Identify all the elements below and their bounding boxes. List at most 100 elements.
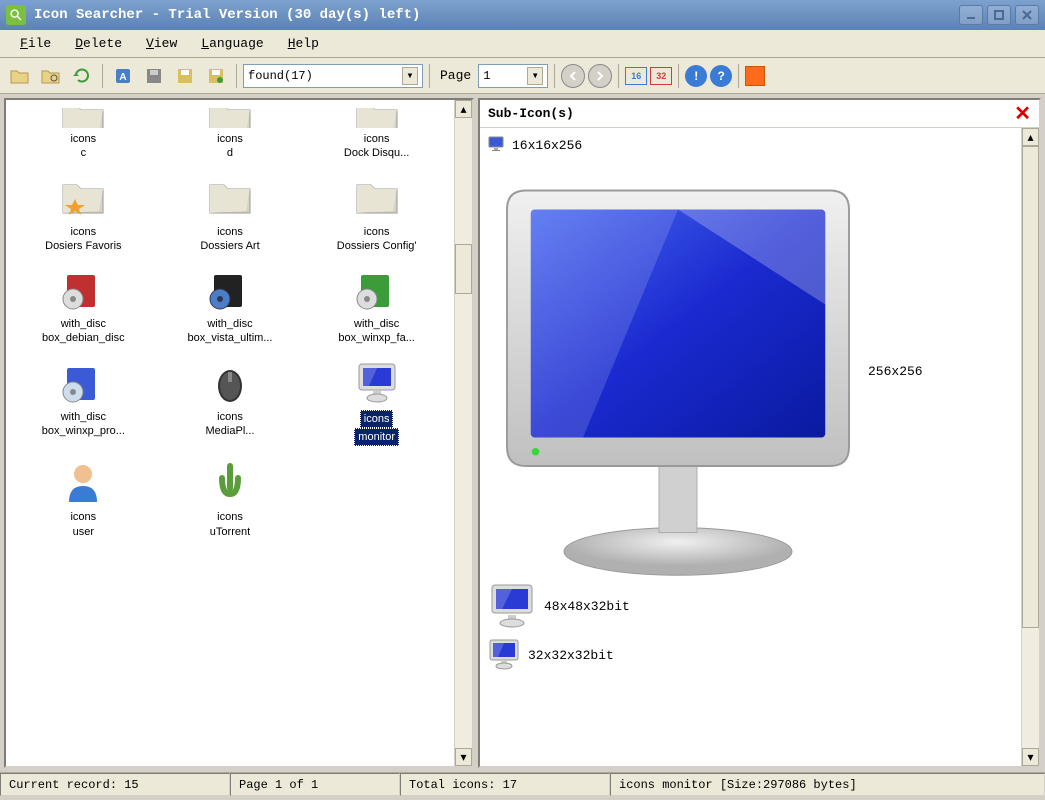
right-scrollbar[interactable]: ▴ ▾: [1021, 128, 1039, 766]
scroll-thumb[interactable]: [455, 244, 472, 294]
icon-item[interactable]: with_discbox_winxp_pro...: [11, 358, 156, 447]
icon-item[interactable]: with_discbox_winxp_fa...: [304, 265, 449, 346]
monitor-icon: [488, 581, 536, 632]
icon-grid[interactable]: iconsciconsdiconsDock Disqu... iconsDosie…: [6, 100, 454, 766]
utorrent-icon: [206, 458, 254, 506]
menu-file[interactable]: File: [8, 33, 63, 54]
status-record: Current record: 15: [0, 773, 230, 796]
icon-item[interactable]: iconsc: [11, 108, 156, 161]
user-icon: [59, 458, 107, 506]
icon-item[interactable]: iconsuser: [11, 458, 156, 539]
search-combo[interactable]: found(17) ▾: [243, 64, 423, 88]
sub-icon-16[interactable]: 16x16x256: [488, 136, 1013, 155]
export-all-button[interactable]: [202, 62, 230, 90]
mouse-icon: [206, 358, 254, 406]
save-disk-button[interactable]: [140, 62, 168, 90]
menu-view[interactable]: View: [134, 33, 189, 54]
minimize-button[interactable]: [959, 5, 983, 25]
stop-button[interactable]: [745, 66, 765, 86]
sub-icon-32[interactable]: 32x32x32bit: [488, 638, 1013, 673]
box-red-icon: [59, 265, 107, 313]
icon-item[interactable]: iconsMediaPl...: [157, 358, 302, 447]
icon-item[interactable]: iconsDossiers Config': [304, 173, 449, 254]
refresh-button[interactable]: [68, 62, 96, 90]
size-32-button[interactable]: 32: [650, 67, 672, 85]
size-label: 48x48x32bit: [544, 599, 630, 614]
next-page-button[interactable]: [588, 64, 612, 88]
search-value: found(17): [248, 69, 313, 83]
icon-label: iconsDossiers Art: [157, 225, 302, 254]
help-button[interactable]: ?: [710, 65, 732, 87]
sub-icon-48[interactable]: 48x48x32bit: [488, 581, 1013, 632]
sub-header: Sub-Icon(s) ✕: [480, 100, 1039, 128]
page-combo[interactable]: 1 ▾: [478, 64, 548, 88]
about-button[interactable]: !: [685, 65, 707, 87]
menu-help[interactable]: Help: [276, 33, 331, 54]
monitor-icon: [488, 136, 504, 155]
icon-label: iconsMediaPl...: [157, 410, 302, 439]
scroll-thumb[interactable]: [1022, 146, 1039, 628]
icon-label: with_discbox_winxp_fa...: [304, 317, 449, 346]
icon-label: with_discbox_debian_disc: [11, 317, 156, 346]
scroll-down-button[interactable]: ▾: [455, 748, 472, 766]
icon-item[interactable]: iconsDosiers Favoris: [11, 173, 156, 254]
save-a-button[interactable]: A: [109, 62, 137, 90]
icon-item[interactable]: with_discbox_vista_ultim...: [157, 265, 302, 346]
statusbar: Current record: 15 Page 1 of 1 Total ico…: [0, 772, 1045, 796]
size-16-button[interactable]: 16: [625, 67, 647, 85]
menu-delete[interactable]: Delete: [63, 33, 134, 54]
icon-item[interactable]: iconsmonitor: [304, 358, 449, 447]
folder-open-button[interactable]: [6, 62, 34, 90]
export-button[interactable]: [171, 62, 199, 90]
monitor-icon: [488, 161, 868, 581]
icon-item[interactable]: with_discbox_debian_disc: [11, 265, 156, 346]
close-sub-button[interactable]: ✕: [1014, 101, 1031, 126]
folder-search-button[interactable]: [37, 62, 65, 90]
sub-content: 16x16x256: [480, 128, 1021, 766]
icon-item[interactable]: iconsDock Disqu...: [304, 108, 449, 161]
folder-cut-icon: [353, 108, 401, 128]
svg-text:A: A: [119, 72, 126, 83]
left-scrollbar[interactable]: ▴ ▾: [454, 100, 472, 766]
icon-item[interactable]: iconsDossiers Art: [157, 173, 302, 254]
folder-cut-icon: [59, 108, 107, 128]
icon-item[interactable]: iconsuTorrent: [157, 458, 302, 539]
menu-language[interactable]: Language: [189, 33, 275, 54]
close-button[interactable]: [1015, 5, 1039, 25]
icon-label: iconsmonitor: [304, 410, 449, 447]
icon-list-pane: iconsciconsdiconsDock Disqu... iconsDosie…: [4, 98, 474, 768]
folder-fav-icon: [59, 173, 107, 221]
monitor-icon: [488, 638, 520, 673]
icon-item[interactable]: iconsd: [157, 108, 302, 161]
titlebar: Icon Searcher - Trial Version (30 day(s)…: [0, 0, 1045, 30]
chevron-down-icon[interactable]: ▾: [527, 67, 543, 85]
content-area: iconsciconsdiconsDock Disqu... iconsDosie…: [0, 94, 1045, 772]
folder-art-icon: [206, 173, 254, 221]
size-label: 256x256: [868, 364, 923, 379]
prev-page-button[interactable]: [561, 64, 585, 88]
status-page: Page 1 of 1: [230, 773, 400, 796]
monitor-icon: [353, 358, 401, 406]
icon-label: with_discbox_winxp_pro...: [11, 410, 156, 439]
box-green-icon: [353, 265, 401, 313]
scroll-up-button[interactable]: ▴: [455, 100, 472, 118]
icon-label: iconsuTorrent: [157, 510, 302, 539]
window-title: Icon Searcher - Trial Version (30 day(s)…: [34, 7, 420, 23]
maximize-button[interactable]: [987, 5, 1011, 25]
icon-label: iconsDock Disqu...: [304, 132, 449, 161]
scroll-down-button[interactable]: ▾: [1022, 748, 1039, 766]
box-blue-icon: [59, 358, 107, 406]
icon-label: iconsc: [11, 132, 156, 161]
status-total: Total icons: 17: [400, 773, 610, 796]
status-file: icons monitor [Size:297086 bytes]: [610, 773, 1045, 796]
sub-icon-256[interactable]: 256x256: [488, 161, 1013, 581]
icon-label: iconsuser: [11, 510, 156, 539]
icon-label: iconsDosiers Favoris: [11, 225, 156, 254]
scroll-up-button[interactable]: ▴: [1022, 128, 1039, 146]
icon-label: iconsDossiers Config': [304, 225, 449, 254]
icon-label: iconsd: [157, 132, 302, 161]
folder-cfg-icon: [353, 173, 401, 221]
chevron-down-icon[interactable]: ▾: [402, 67, 418, 85]
app-icon: [6, 5, 26, 25]
sub-title: Sub-Icon(s): [488, 106, 574, 121]
